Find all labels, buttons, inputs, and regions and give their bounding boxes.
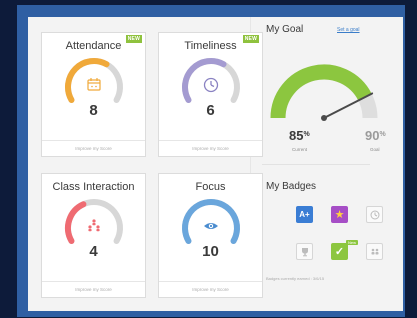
badge-trophy[interactable] [296,243,313,260]
gauge-fill [182,58,227,103]
new-badge: New [346,240,359,245]
percent-sign: % [379,131,386,138]
gauge-fill [182,199,240,244]
improve-score-link[interactable]: Improve my Score [159,281,262,297]
current-percent: 85% [289,128,310,143]
attendance-card: Attendance NEW 8 Improve my Score [41,32,146,157]
group-icon [88,219,100,232]
goal-value: 90 [365,128,380,143]
current-label: Current [292,147,308,152]
improve-score-link[interactable]: Improve my Score [42,281,145,297]
badge-a-plus[interactable]: A+ [296,206,313,223]
new-badge: NEW [125,35,142,43]
timeliness-card: Timeliness NEW 6 Improve my Score [158,32,263,157]
score-value: 6 [206,102,215,119]
badges-earned-note: Badges currently earned : 3/6/15 [266,276,325,281]
goal-title: My Goal [266,24,304,35]
badge-group[interactable] [366,243,383,260]
section-divider [262,164,370,165]
goal-gauge [270,64,378,121]
badges-title: My Badges [266,181,317,192]
improve-score-link[interactable]: Improve my Score [159,140,262,156]
calendar-icon [87,78,101,91]
class-interaction-card: Class Interaction 4 Improve my Score [41,173,146,298]
current-value: 85 [289,128,304,143]
eye-icon [204,223,218,229]
clock-icon [203,77,219,93]
gauge-fill [65,58,110,103]
gauge-fill [65,201,87,244]
card-title: Class Interaction [52,181,135,193]
score-value: 4 [89,243,98,260]
goal-percent: 90% [365,128,386,143]
group-icon [371,248,378,254]
set-goal-link[interactable]: Set a goal [337,27,360,33]
score-value: 10 [202,243,219,260]
goal-label: Goal [370,147,380,152]
improve-score-link[interactable]: Improve my Score [42,140,145,156]
badge-star[interactable]: ★ [331,206,348,223]
card-title: Focus [195,181,226,193]
trophy-icon [301,247,308,256]
star-icon: ★ [334,209,345,221]
a-plus-icon: A+ [299,210,310,219]
percent-sign: % [303,131,310,138]
clock-icon [370,210,379,219]
new-badge: NEW [242,35,259,43]
badge-clock[interactable] [366,206,383,223]
goal-fill [270,64,372,119]
score-value: 8 [89,102,98,119]
focus-card: Focus 10 Improve my Score [158,173,263,298]
goal-needle-hub [321,115,327,121]
check-icon: ✓ [334,246,345,258]
badge-check[interactable]: ✓ [331,243,348,260]
